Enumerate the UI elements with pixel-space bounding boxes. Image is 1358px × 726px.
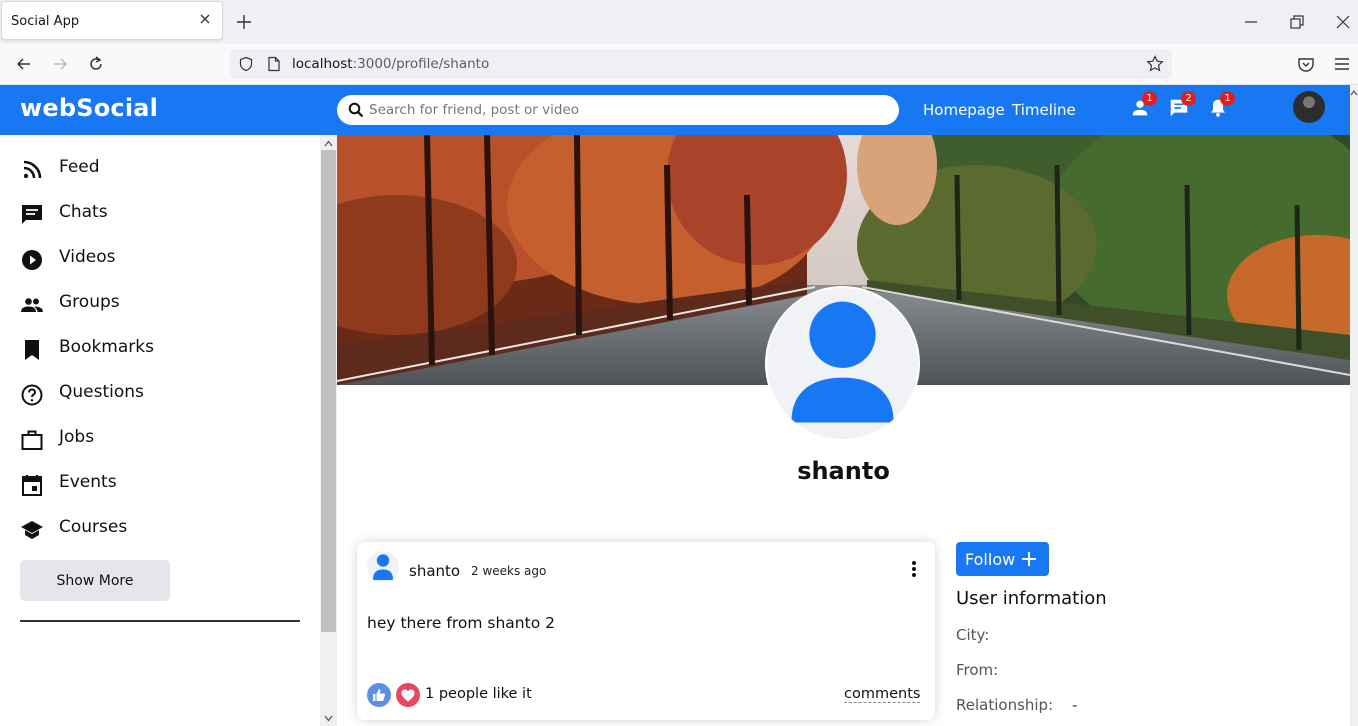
person-avatar-icon [373,554,393,580]
timeline-link[interactable]: Timeline [1012,101,1076,119]
window-close-icon[interactable] [1333,12,1353,32]
sidebar-item-chats[interactable]: Chats [20,198,300,228]
close-icon[interactable] [197,11,213,27]
add-icon [1022,552,1036,566]
help-outline-icon [21,384,43,406]
sidebar-item-bookmarks[interactable]: Bookmarks [20,333,300,363]
user-info-title: User information [956,588,1107,609]
profile-picture[interactable] [765,286,920,441]
sidebar-item-label: Events [59,472,117,492]
new-tab-icon[interactable] [234,12,254,32]
sidebar-scrollbar[interactable] [320,135,337,726]
reload-icon[interactable] [86,54,106,74]
sidebar: Feed Chats Videos Groups Bookmarks Quest… [0,135,320,726]
from-label: From: [956,661,999,679]
city-label: City: [956,626,990,644]
rss-feed-icon [23,160,42,179]
scroll-thumb[interactable] [321,150,336,632]
post-text: hey there from shanto 2 [367,614,555,632]
back-icon[interactable] [14,54,34,74]
search-bar[interactable] [337,95,899,125]
sidebar-item-label: Chats [59,202,108,222]
menu-icon[interactable] [1332,54,1352,74]
post-author-name[interactable]: shanto [409,562,460,580]
sidebar-item-label: Feed [59,157,100,177]
browser-tab-title: Social App [11,14,80,29]
forward-icon[interactable] [50,54,70,74]
sidebar-item-groups[interactable]: Groups [20,288,300,318]
sidebar-item-jobs[interactable]: Jobs [20,423,300,453]
scroll-up-icon[interactable] [324,139,333,148]
sidebar-item-events[interactable]: Events [20,468,300,498]
event-icon [22,475,42,496]
restore-icon[interactable] [1287,12,1307,32]
search-icon [348,102,364,118]
show-more-button[interactable]: Show More [20,560,170,601]
address-bar[interactable]: localhost:3000/profile/shanto [230,49,1172,79]
chat-icon [22,205,42,224]
minimize-icon[interactable] [1241,12,1261,32]
comments-link[interactable]: comments [844,686,921,703]
notification-badge: 1 [1220,91,1235,106]
sidebar-item-label: Groups [59,292,120,312]
sidebar-item-videos[interactable]: Videos [20,243,300,273]
sidebar-item-label: Courses [59,517,128,537]
page-icon[interactable] [267,56,281,72]
app-topbar: webSocial Homepage Timeline 1 2 1 [0,85,1350,135]
play-circle-icon [22,250,42,270]
homepage-link[interactable]: Homepage [923,101,1005,119]
like-icon[interactable] [367,683,391,707]
relationship-value: - [1072,696,1078,714]
bookmark-icon [25,340,39,360]
shield-icon[interactable] [238,56,254,72]
sidebar-item-label: Jobs [59,427,95,447]
browser-tab-strip: Social App [0,0,1358,44]
profile-name: shanto [797,457,890,485]
sidebar-item-courses[interactable]: Courses [20,513,300,543]
search-input[interactable] [369,100,869,120]
post-author-avatar[interactable] [367,551,399,583]
sidebar-item-feed[interactable]: Feed [20,153,300,183]
scroll-up-icon[interactable] [1350,89,1358,97]
page-scrollbar[interactable] [1350,85,1358,726]
relationship-label: Relationship: [956,696,1054,714]
browser-tab[interactable]: Social App [1,1,223,40]
follow-label: Follow [965,549,1016,569]
user-avatar[interactable] [1293,91,1325,123]
school-icon [21,521,43,539]
like-count: 1 people like it [425,686,532,702]
url-text[interactable]: localhost:3000/profile/shanto [292,56,489,72]
browser-nav-bar: localhost:3000/profile/shanto [0,44,1358,85]
group-icon [21,298,43,312]
post-card: shanto 2 weeks ago hey there from shanto… [357,542,935,720]
work-outline-icon [21,430,43,450]
scroll-down-icon[interactable] [324,714,333,723]
bookmark-star-icon[interactable] [1146,55,1164,73]
follow-button[interactable]: Follow [956,542,1049,576]
sidebar-item-questions[interactable]: Questions [20,378,300,408]
post-date: 2 weeks ago [471,564,547,578]
app-logo[interactable]: webSocial [20,94,158,122]
friend-request-badge: 1 [1142,91,1157,106]
sidebar-item-label: Bookmarks [59,337,154,357]
person-avatar-icon [791,301,894,423]
message-badge: 2 [1181,91,1196,106]
profile-main: shanto shanto 2 weeks ago hey there from… [337,135,1350,726]
sidebar-item-label: Videos [59,247,116,267]
sidebar-item-label: Questions [59,382,144,402]
sidebar-divider [20,620,300,622]
pocket-icon[interactable] [1296,54,1316,74]
heart-icon[interactable] [396,683,420,707]
more-vert-icon[interactable] [905,559,923,579]
